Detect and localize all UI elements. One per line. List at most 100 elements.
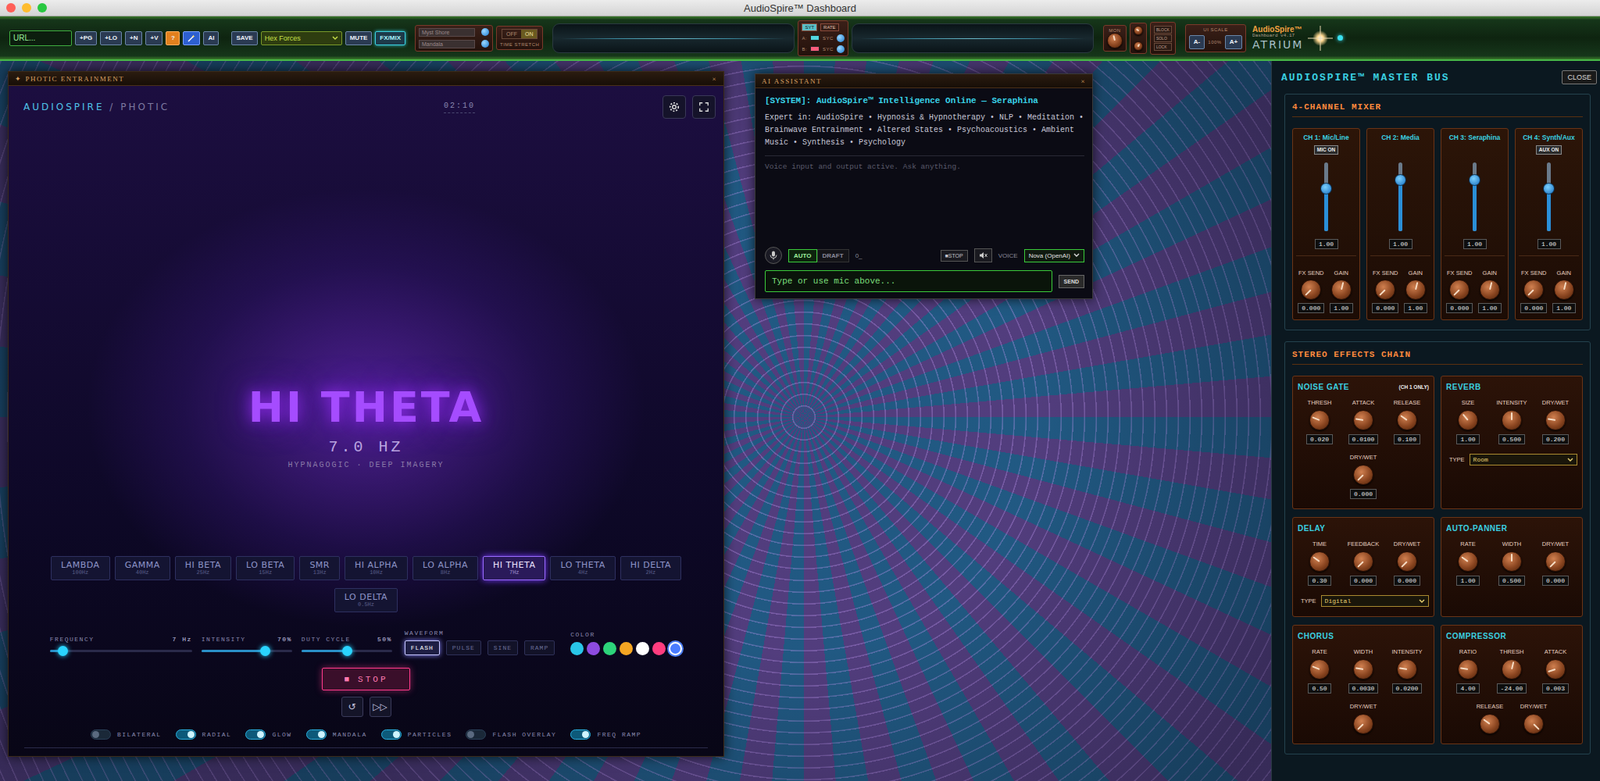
fader-track[interactable] [1324,162,1329,232]
preset-select[interactable]: Hex Forces [260,31,343,46]
color-swatch[interactable] [619,642,633,656]
restart-button[interactable]: ↺ [341,696,364,718]
toggle-switch[interactable] [175,729,197,740]
gain-knob[interactable] [1553,279,1575,300]
channel-enable-button[interactable]: MIC ON [1314,145,1339,155]
wand-button[interactable] [182,31,200,46]
row-knob[interactable] [836,45,845,54]
small-knob[interactable] [1133,25,1143,36]
band-button[interactable]: LO ALPHA8Hz [412,556,479,581]
add-button[interactable]: +PG [75,31,97,46]
param-knob[interactable] [1545,551,1566,572]
color-swatch[interactable] [635,642,650,656]
band-button[interactable]: LO BETA15Hz [235,556,295,581]
side-button[interactable]: SOLO [1153,34,1172,43]
fader-track[interactable] [1546,162,1551,232]
band-button[interactable]: HI BETA25Hz [175,556,232,581]
fx-send-knob[interactable] [1300,279,1322,300]
param-knob[interactable] [1501,410,1522,431]
band-button[interactable]: HI ALPHA10Hz [344,556,408,581]
param-knob[interactable] [1309,551,1330,572]
send-button[interactable]: SEND [1058,275,1085,289]
gain-knob[interactable] [1405,279,1426,300]
stop-speech-button[interactable]: ■STOP [940,250,968,262]
toggle-switch[interactable] [90,729,111,740]
toggle-switch[interactable] [570,729,591,740]
waveform-button[interactable]: FLASH [404,640,440,656]
toggle-switch[interactable] [465,729,486,740]
param-knob[interactable] [1523,714,1544,735]
track-slot[interactable]: Myst Shore [418,28,475,37]
on-option[interactable]: ON [521,29,538,39]
voice-select[interactable]: Nova (OpenAI) [1024,249,1085,263]
monitor-knob[interactable] [1107,32,1123,49]
scale-down-button[interactable]: A- [1189,35,1205,50]
band-button[interactable]: LO THETA4Hz [550,556,615,581]
slider-thumb[interactable] [57,646,68,657]
slot-knob[interactable] [481,28,490,36]
save-button[interactable]: SAVE [231,31,258,46]
mixer-tab[interactable]: SYT [801,23,818,32]
param-knob[interactable] [1309,410,1330,431]
side-button[interactable]: LOCK [1153,42,1172,51]
mic-button[interactable] [764,246,783,265]
add-button[interactable]: +V [145,31,163,46]
color-swatch[interactable] [570,642,584,656]
track-slot[interactable]: Mandala [418,39,475,49]
fader-thumb[interactable] [1394,174,1407,186]
param-knob[interactable] [1396,410,1418,431]
mode-button[interactable]: AUTO [788,249,818,263]
toggle-switch[interactable] [306,729,327,740]
color-swatch[interactable] [586,642,600,656]
add-button[interactable]: +N [125,31,143,46]
fader-thumb[interactable] [1542,182,1555,195]
fx-send-knob[interactable] [1375,279,1396,300]
param-knob[interactable] [1457,410,1479,431]
toggle-switch[interactable] [381,729,402,740]
mute-button[interactable]: MUTE [345,31,373,46]
param-knob[interactable] [1457,551,1479,572]
waveform-button[interactable]: PULSE [446,640,482,656]
fx-send-knob[interactable] [1449,279,1470,300]
param-knob[interactable] [1353,464,1374,486]
band-button[interactable]: SMR13Hz [299,556,340,581]
close-light-icon[interactable] [6,3,16,13]
param-knob[interactable] [1545,410,1566,431]
mode-button[interactable]: DRAFT [817,249,850,263]
url-field[interactable] [9,30,72,47]
small-knob[interactable] [1133,41,1143,51]
band-button[interactable]: LAMBDA100Hz [50,556,111,581]
fx-send-knob[interactable] [1523,279,1544,300]
fader-thumb[interactable] [1320,182,1333,195]
close-button[interactable]: × [1080,77,1086,86]
param-knob[interactable] [1479,714,1500,735]
fader-thumb[interactable] [1468,174,1481,186]
stop-button[interactable]: ■STOP [321,667,411,691]
slider-thumb[interactable] [260,646,271,657]
waveform-button[interactable]: SINE [487,640,518,656]
gain-knob[interactable] [1331,279,1352,300]
fader-track[interactable] [1398,162,1403,232]
row-knob[interactable] [836,34,845,43]
toggle-switch[interactable] [245,729,266,740]
param-knob[interactable] [1545,659,1566,680]
type-select[interactable]: Digital [1321,595,1429,608]
add-button[interactable]: +LO [100,31,122,46]
scale-up-button[interactable]: A+ [1225,35,1243,50]
band-button[interactable]: HI DELTA2Hz [620,556,682,581]
ai-button[interactable]: AI [203,31,219,46]
param-knob[interactable] [1353,714,1374,735]
param-knob[interactable] [1309,659,1330,680]
stretch-toggle[interactable]: OFFON [501,28,539,40]
param-knob[interactable] [1396,659,1418,680]
gain-knob[interactable] [1479,279,1500,300]
band-button[interactable]: HI THETA7Hz [482,556,546,581]
slider-track[interactable] [201,650,293,653]
slider-track[interactable] [50,650,193,653]
param-knob[interactable] [1353,551,1374,572]
slot-knob[interactable] [481,39,490,48]
fx-mix-button[interactable]: FX/MIX [375,31,406,46]
param-knob[interactable] [1396,551,1418,572]
minimize-light-icon[interactable] [21,3,32,13]
zoom-light-icon[interactable] [37,3,47,13]
